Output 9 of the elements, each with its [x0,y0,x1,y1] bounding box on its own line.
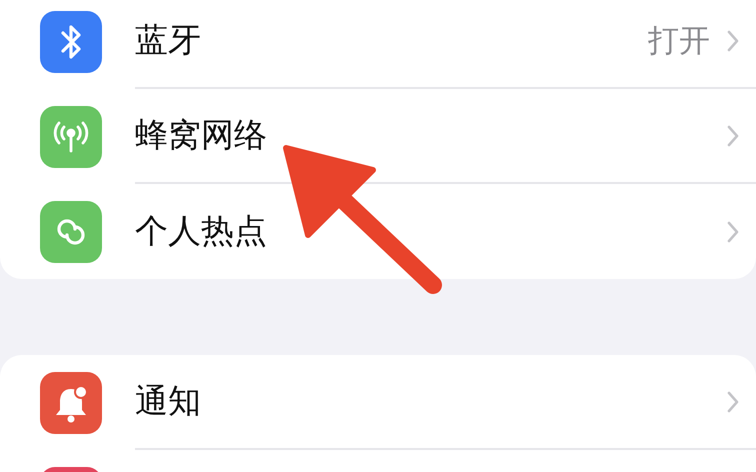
chevron-icon[interactable] [726,28,740,52]
chevron-icon[interactable] [726,124,740,148]
setting-label: 蜂窝网络 [135,114,268,156]
chevron-icon[interactable] [726,220,740,244]
setting-label: 通知 [135,380,202,422]
setting-label: 蓝牙 [135,19,202,61]
setting-label: 个人热点 [135,210,268,252]
setting-value: 打开 [648,22,710,60]
chevron-icon[interactable] [726,390,740,414]
